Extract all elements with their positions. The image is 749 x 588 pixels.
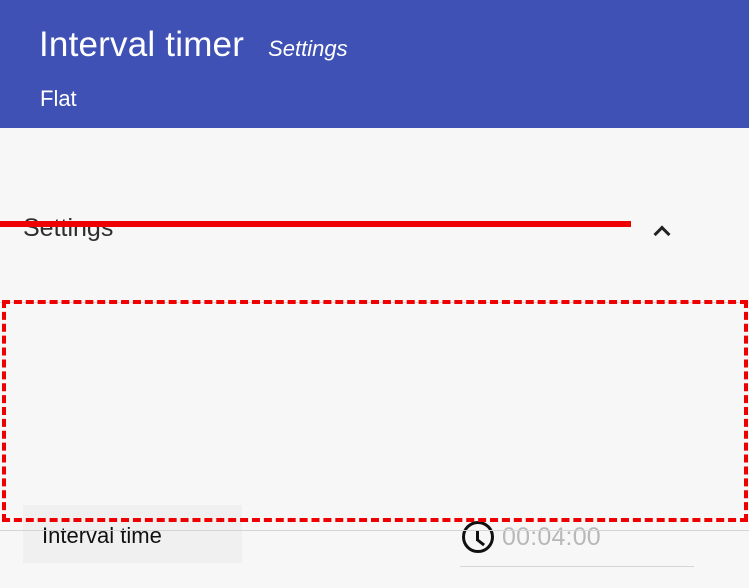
header-title-row: Interval timer Settings [39,24,348,66]
interval-time-label: Interval time [42,523,162,548]
settings-section-title: Settings [23,214,114,242]
red-strike-annotation [0,221,631,227]
collapse-settings-button[interactable] [648,218,678,246]
chevron-up-icon [653,225,671,243]
settings-divider-bottom [0,530,749,531]
interval-time-label-box: Interval time [23,505,242,563]
mode-subtitle: Flat [40,86,77,111]
interval-time-setting-row: Interval time 00:04:00 [23,505,703,567]
settings-subtitle: Settings [268,36,348,61]
app-header: Interval timer Settings Flat [0,0,749,128]
clock-minute-hand [476,538,486,547]
clock-icon [462,521,494,553]
settings-divider-top [0,302,749,303]
interval-time-picker[interactable]: 00:04:00 [460,509,694,567]
settings-section-header[interactable]: Settings [23,208,728,278]
app-title: Interval timer [39,25,245,64]
interval-timer-screen: Interval timer Settings Flat Settings In… [0,0,749,588]
interval-time-value: 00:04:00 [502,523,601,551]
settings-panel: Settings Interval time 00:04:00 [0,128,749,588]
